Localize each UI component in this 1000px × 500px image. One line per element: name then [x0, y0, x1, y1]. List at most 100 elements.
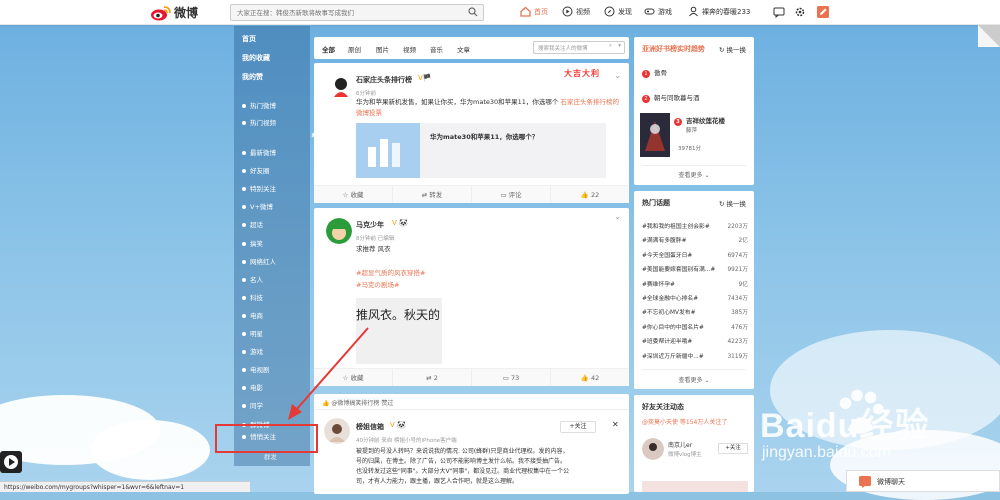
search-input[interactable] [231, 5, 461, 20]
topic-row[interactable]: #你心目中的中国名片# 476万 [642, 322, 748, 331]
post-time: 40分钟前 来自 榜姐小号的iPhone客户端 [356, 436, 457, 444]
view-more-link[interactable]: 查看更多 ⌄ [634, 170, 754, 179]
compose-icon[interactable] [817, 6, 829, 18]
status-bar-url: https://weibo.com/mygroups?whisper=1&wvr… [0, 481, 250, 492]
suggested-user-name[interactable]: 南京儿er [668, 440, 692, 449]
feed-search-input[interactable]: 搜索我关注人的微博 ⌕ ▾ [533, 41, 625, 54]
sidebar-item-likes[interactable]: 我的赞 [242, 72, 263, 82]
avatar[interactable] [326, 73, 356, 103]
nav-game[interactable]: 游戏 [644, 6, 672, 17]
topic-row[interactable]: #不忘初心MV发布# 385万 [642, 307, 748, 316]
post-action-bar: ☆ 收藏 ⇄ 转发 ▭ 评论 👍 22 [314, 185, 629, 203]
vote-card[interactable]: 华为mate30和苹果11，你选哪个？ [356, 123, 606, 178]
follow-button[interactable]: +关注 [560, 421, 596, 433]
topic-row[interactable]: #深圳近万斤新疆中...# 3119万 [642, 351, 748, 360]
sidebar-item-group[interactable]: 游戏 [242, 346, 263, 356]
comment-button[interactable]: ▭ 评论 [472, 186, 551, 203]
view-more-link[interactable]: 查看更多 ⌄ [634, 375, 754, 384]
hashtag-link[interactable]: #马克の剧场# [356, 280, 399, 291]
sidebar-item-group[interactable]: 科技 [242, 292, 263, 302]
post-author[interactable]: 马克少年 [356, 220, 384, 230]
avatar[interactable] [326, 218, 352, 244]
search-icon[interactable] [468, 7, 478, 17]
topic-row[interactable]: #赛维怀孕# 9亿 [642, 279, 748, 288]
close-icon[interactable]: ✕ [612, 420, 619, 429]
search-box[interactable] [230, 4, 484, 21]
feed-search-icon[interactable]: ⌕ [609, 43, 612, 50]
topic-row[interactable]: #今天全国蛋牙日# 6974万 [642, 250, 748, 259]
suggested-user-desc: 微博vlog博主 [668, 452, 702, 458]
mention-text[interactable]: @奕莫小天使 等154万人关注了 [642, 419, 727, 426]
sidebar-item-group[interactable]: 同学 [242, 400, 263, 410]
favorite-button[interactable]: ☆ 收藏 [314, 186, 393, 203]
sidebar-item-group[interactable]: 电影 [242, 382, 263, 392]
avatar[interactable] [324, 418, 350, 444]
post-time[interactable]: 6分钟前 [356, 89, 376, 97]
repost-button[interactable]: ⇄ 2 [393, 369, 472, 386]
like-button[interactable]: 👍 22 [551, 186, 629, 203]
post-time-text[interactable]: 8分钟前 [356, 236, 376, 242]
refresh-button[interactable]: ↻ 换一换 [719, 44, 746, 54]
rank-item[interactable]: 2 朝与同歌暮与酒 [642, 92, 700, 103]
avatar[interactable] [642, 438, 664, 460]
sidebar-item-group[interactable]: 网络红人 [242, 256, 276, 266]
refresh-button[interactable]: ↻ 换一换 [719, 198, 746, 208]
sidebar-item-group[interactable]: 明星 [242, 328, 263, 338]
weibo-logo[interactable]: 微博 [150, 4, 198, 21]
nav-home[interactable]: 首页 [520, 6, 548, 17]
sidebar-item-group[interactable]: 特别关注 [242, 183, 276, 193]
sidebar-item-hot-video[interactable]: 热门视频 [242, 117, 276, 127]
like-button[interactable]: 👍 42 [551, 369, 629, 386]
gear-icon[interactable] [794, 6, 806, 18]
nav-discover[interactable]: 发现 [604, 6, 632, 17]
hashtag-link[interactable]: #超显气质的风衣穿搭# [356, 268, 425, 279]
sidebar-item-group[interactable]: 最新微博 [242, 147, 276, 157]
topic-row[interactable]: #班委帮计迎半哦# 4223万 [642, 336, 748, 345]
chevron-down-icon[interactable]: ⌄ [614, 212, 621, 221]
topic-row[interactable]: #美国能要嫁套国别有满...# 9921万 [642, 264, 748, 273]
rank-item[interactable]: 3 吉祥纹莲花楼 [674, 115, 725, 126]
nav-video[interactable]: 视频 [562, 6, 590, 17]
feed-post-card: 👍 @微博搞笑排行榜 赞过 榜姐信箱 V 🐼 +关注 ✕ 40分钟前 来自 榜姐… [314, 394, 629, 494]
rank-item[interactable]: 1 傲骨 [642, 67, 667, 78]
message-icon[interactable] [773, 6, 785, 18]
chevron-down-icon[interactable]: ⌄ [614, 71, 621, 80]
page-corner-icon[interactable] [978, 25, 1000, 47]
favorite-button[interactable]: ☆ 收藏 [314, 369, 393, 386]
sidebar-item-group[interactable]: 名人 [242, 274, 263, 284]
topic-row[interactable]: #全球金融中心排名# 7434万 [642, 293, 748, 302]
topic-row[interactable]: #我和我的祖国主创会影# 2203万 [642, 221, 748, 230]
tab-article[interactable]: 文章 [457, 44, 470, 54]
follow-button[interactable]: +关注 [718, 443, 748, 454]
vote-chart-icon [356, 123, 420, 178]
sidebar-item-group[interactable]: 电视剧 [242, 364, 270, 374]
tab-video[interactable]: 视频 [403, 44, 416, 54]
comment-button[interactable]: ▭ 73 [472, 369, 551, 386]
chevron-down-icon[interactable]: ▾ [618, 43, 621, 49]
post-author[interactable]: 石家庄头条排行榜 [356, 75, 412, 85]
tab-pictures[interactable]: 图片 [376, 44, 389, 54]
sidebar-item-favorites[interactable]: 我的收藏 [242, 53, 270, 63]
sidebar-item-hot-weibo[interactable]: 热门微博 [242, 100, 276, 110]
post-image[interactable]: 推风衣。秋天的 [356, 298, 442, 364]
post-author[interactable]: 榜姐信箱 [356, 422, 384, 432]
tab-music[interactable]: 音乐 [430, 44, 443, 54]
book-cover-image[interactable] [640, 113, 670, 157]
nav-user[interactable]: 裸奔的春暖233 [688, 6, 750, 17]
chat-button[interactable]: 微博聊天 [846, 470, 1000, 492]
sidebar-item-home[interactable]: 首页 [242, 34, 256, 44]
topic-row[interactable]: #满满有多腹胖# 2亿 [642, 235, 748, 244]
repost-button[interactable]: ⇄ 转发 [393, 186, 472, 203]
sidebar-item-group[interactable]: 电商 [242, 310, 263, 320]
sidebar-item-group[interactable]: 搞笑 [242, 238, 263, 248]
ad-banner[interactable] [642, 481, 748, 492]
topic-count: 2亿 [738, 238, 749, 245]
play-button[interactable] [0, 451, 22, 473]
tab-original[interactable]: 原创 [348, 44, 361, 54]
post-time: 8分钟前 已编辑 [356, 234, 394, 242]
tab-all[interactable]: 全部 [322, 44, 335, 54]
post-time-text[interactable]: 40分钟前 [356, 438, 380, 444]
sidebar-item-group[interactable]: 好友圈 [242, 165, 270, 175]
sidebar-item-group[interactable]: V+微博 [242, 201, 273, 211]
sidebar-item-group[interactable]: 超话 [242, 219, 263, 229]
